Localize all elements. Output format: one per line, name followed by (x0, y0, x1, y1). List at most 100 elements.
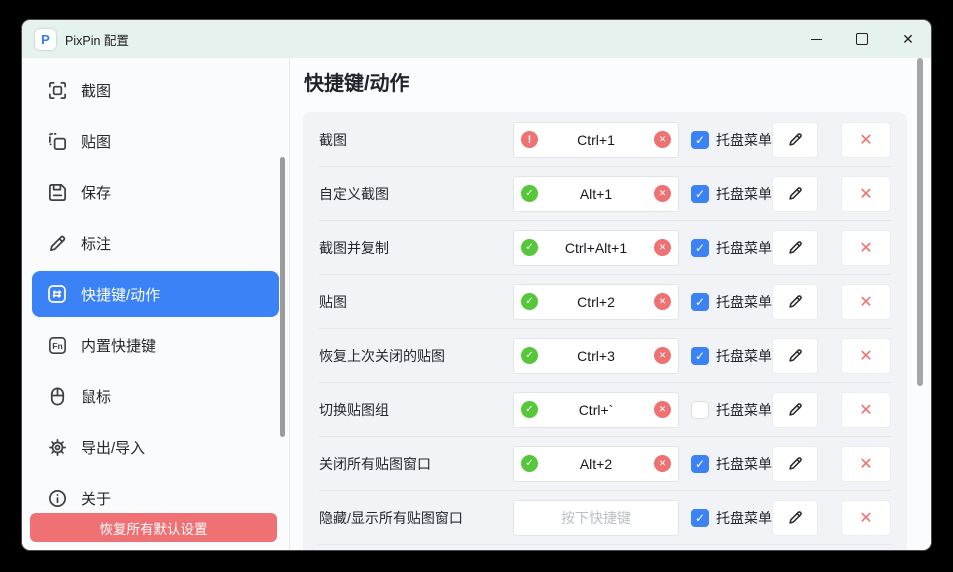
sidebar-item-label: 标注 (81, 233, 111, 254)
hotkey-input[interactable]: ! ✓ Alt+2 ✕ (513, 446, 679, 482)
sidebar-item-label: 鼠标 (81, 386, 111, 407)
hotkey-placeholder: 按下快捷键 (561, 510, 631, 526)
sidebar-item-label: 保存 (81, 182, 111, 203)
tray-menu-label: 托盘菜单 (716, 508, 772, 528)
sidebar-item-mouse[interactable]: 鼠标 (32, 373, 279, 419)
sidebar-item-hotkeys[interactable]: 快捷键/动作 (32, 271, 279, 317)
hotkey-input[interactable]: ! ✓ Alt+1 ✕ (513, 176, 679, 212)
screenshot-icon (45, 78, 69, 102)
tray-menu-label: 托盘菜单 (716, 238, 772, 258)
hotkey-input[interactable]: ! ✓ Ctrl+2 ✕ (513, 284, 679, 320)
hotkey-row-label: 隐藏/显示所有贴图窗口 (319, 508, 513, 528)
window-controls: ✕ (793, 20, 931, 58)
delete-row-button[interactable]: ✕ (841, 392, 891, 428)
delete-x-icon: ✕ (859, 130, 872, 150)
close-button[interactable]: ✕ (885, 20, 931, 58)
hotkey-input[interactable]: ! ✓ Ctrl+Alt+1 ✕ (513, 230, 679, 266)
tray-menu-checkbox[interactable]: ✓ (691, 509, 709, 527)
delete-row-button[interactable]: ✕ (841, 446, 891, 482)
hotkey-row: 切换贴图组 ! ✓ Ctrl+` ✕ ✓ 托盘菜单 ✕ (319, 383, 891, 437)
sidebar-item-label: 内置快捷键 (81, 335, 156, 356)
sidebar-item-label: 贴图 (81, 131, 111, 152)
delete-row-button[interactable]: ✕ (841, 122, 891, 158)
tray-menu-checkbox[interactable]: ✓ (691, 455, 709, 473)
hotkey-value: Ctrl+1 (577, 132, 615, 148)
delete-row-button[interactable]: ✕ (841, 338, 891, 374)
sidebar-item-pin-image[interactable]: 贴图 (32, 118, 279, 164)
pencil-icon (45, 231, 69, 255)
hotkey-ok-icon: ✓ (521, 293, 538, 310)
hotkey-clear-icon[interactable]: ✕ (654, 455, 671, 472)
pencil-icon (787, 239, 804, 256)
sidebar-item-screenshot[interactable]: 截图 (32, 67, 279, 113)
minimize-icon (811, 39, 822, 40)
delete-x-icon: ✕ (859, 238, 872, 258)
hotkey-row: 隐藏/显示所有贴图窗口 ! ✓ 按下快捷键 ✕ ✓ 托盘菜单 ✕ (319, 491, 891, 545)
edit-hotkey-button[interactable] (772, 284, 818, 320)
page-title: 快捷键/动作 (304, 70, 931, 98)
tray-menu-checkbox[interactable]: ✓ (691, 131, 709, 149)
tray-menu-checkbox[interactable]: ✓ (691, 347, 709, 365)
hotkey-row: 截图并复制 ! ✓ Ctrl+Alt+1 ✕ ✓ 托盘菜单 ✕ (319, 221, 891, 275)
restore-defaults-button[interactable]: 恢复所有默认设置 (30, 513, 277, 542)
hotkey-clear-icon[interactable]: ✕ (654, 239, 671, 256)
hotkey-clear-icon[interactable]: ✕ (654, 293, 671, 310)
edit-hotkey-button[interactable] (772, 122, 818, 158)
sidebar-item-builtin-hotkeys[interactable]: Fn 内置快捷键 (32, 322, 279, 368)
close-icon: ✕ (902, 32, 914, 46)
check-icon: ✓ (695, 512, 705, 524)
delete-row-button[interactable]: ✕ (841, 500, 891, 536)
delete-x-icon: ✕ (859, 346, 872, 366)
hotkey-input[interactable]: ! ✓ Ctrl+` ✕ (513, 392, 679, 428)
hotkey-clear-icon[interactable]: ✕ (654, 401, 671, 418)
pencil-icon (787, 401, 804, 418)
hotkey-input[interactable]: ! ✓ Ctrl+3 ✕ (513, 338, 679, 374)
edit-hotkey-button[interactable] (772, 338, 818, 374)
hotkey-row-label: 截图并复制 (319, 238, 513, 258)
hotkey-input[interactable]: ! ✓ Ctrl+1 ✕ (513, 122, 679, 158)
pencil-icon (787, 185, 804, 202)
delete-row-button[interactable]: ✕ (841, 284, 891, 320)
hotkey-value: Alt+1 (580, 186, 612, 202)
tray-menu-label: 托盘菜单 (716, 400, 772, 420)
pixpin-config-window: P PixPin 配置 ✕ 截图 (22, 20, 931, 550)
edit-hotkey-button[interactable] (772, 230, 818, 266)
hotkey-clear-icon[interactable]: ✕ (654, 347, 671, 364)
edit-hotkey-button[interactable] (772, 500, 818, 536)
hotkey-clear-icon[interactable]: ✕ (654, 131, 671, 148)
check-icon: ✓ (695, 242, 705, 254)
titlebar: P PixPin 配置 ✕ (22, 20, 931, 58)
hotkey-input[interactable]: ! ✓ 按下快捷键 ✕ (513, 500, 679, 536)
hotkey-clear-icon[interactable]: ✕ (654, 185, 671, 202)
hotkey-row-label: 贴图 (319, 292, 513, 312)
check-icon: ✓ (695, 134, 705, 146)
pin-image-icon (45, 129, 69, 153)
sidebar-item-label: 关于 (81, 488, 111, 509)
sidebar-item-annotate[interactable]: 标注 (32, 220, 279, 266)
hotkey-row: 关闭所有贴图窗口 ! ✓ Alt+2 ✕ ✓ 托盘菜单 ✕ (319, 437, 891, 491)
hotkey-row: 恢复上次关闭的贴图 ! ✓ Ctrl+3 ✕ ✓ 托盘菜单 ✕ (319, 329, 891, 383)
tray-menu-label: 托盘菜单 (716, 346, 772, 366)
pencil-icon (787, 293, 804, 310)
tray-menu-label: 托盘菜单 (716, 292, 772, 312)
maximize-icon (856, 33, 868, 45)
delete-x-icon: ✕ (859, 454, 872, 474)
edit-hotkey-button[interactable] (772, 176, 818, 212)
sidebar-item-save[interactable]: 保存 (32, 169, 279, 215)
sidebar-scrollbar[interactable] (280, 157, 285, 437)
main-content: 快捷键/动作 截图 ! ✓ Ctrl+1 ✕ ✓ 托盘菜单 ✕ (290, 58, 931, 550)
tray-menu-checkbox[interactable]: ✓ (691, 401, 709, 419)
mouse-icon (45, 384, 69, 408)
tray-menu-checkbox[interactable]: ✓ (691, 185, 709, 203)
edit-hotkey-button[interactable] (772, 392, 818, 428)
sidebar-item-export-import[interactable]: 导出/导入 (32, 424, 279, 470)
maximize-button[interactable] (839, 20, 885, 58)
delete-row-button[interactable]: ✕ (841, 176, 891, 212)
main-scrollbar[interactable] (917, 58, 923, 386)
tray-menu-label: 托盘菜单 (716, 130, 772, 150)
edit-hotkey-button[interactable] (772, 446, 818, 482)
tray-menu-checkbox[interactable]: ✓ (691, 239, 709, 257)
delete-row-button[interactable]: ✕ (841, 230, 891, 266)
minimize-button[interactable] (793, 20, 839, 58)
tray-menu-checkbox[interactable]: ✓ (691, 293, 709, 311)
